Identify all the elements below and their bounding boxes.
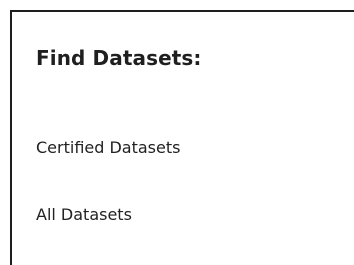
find-datasets-heading: Find Datasets:: [36, 46, 202, 70]
find-datasets-panel: Find Datasets: Certified Datasets All Da…: [10, 10, 354, 265]
certified-datasets-link[interactable]: Certified Datasets: [36, 138, 180, 157]
all-datasets-link[interactable]: All Datasets: [36, 205, 132, 224]
